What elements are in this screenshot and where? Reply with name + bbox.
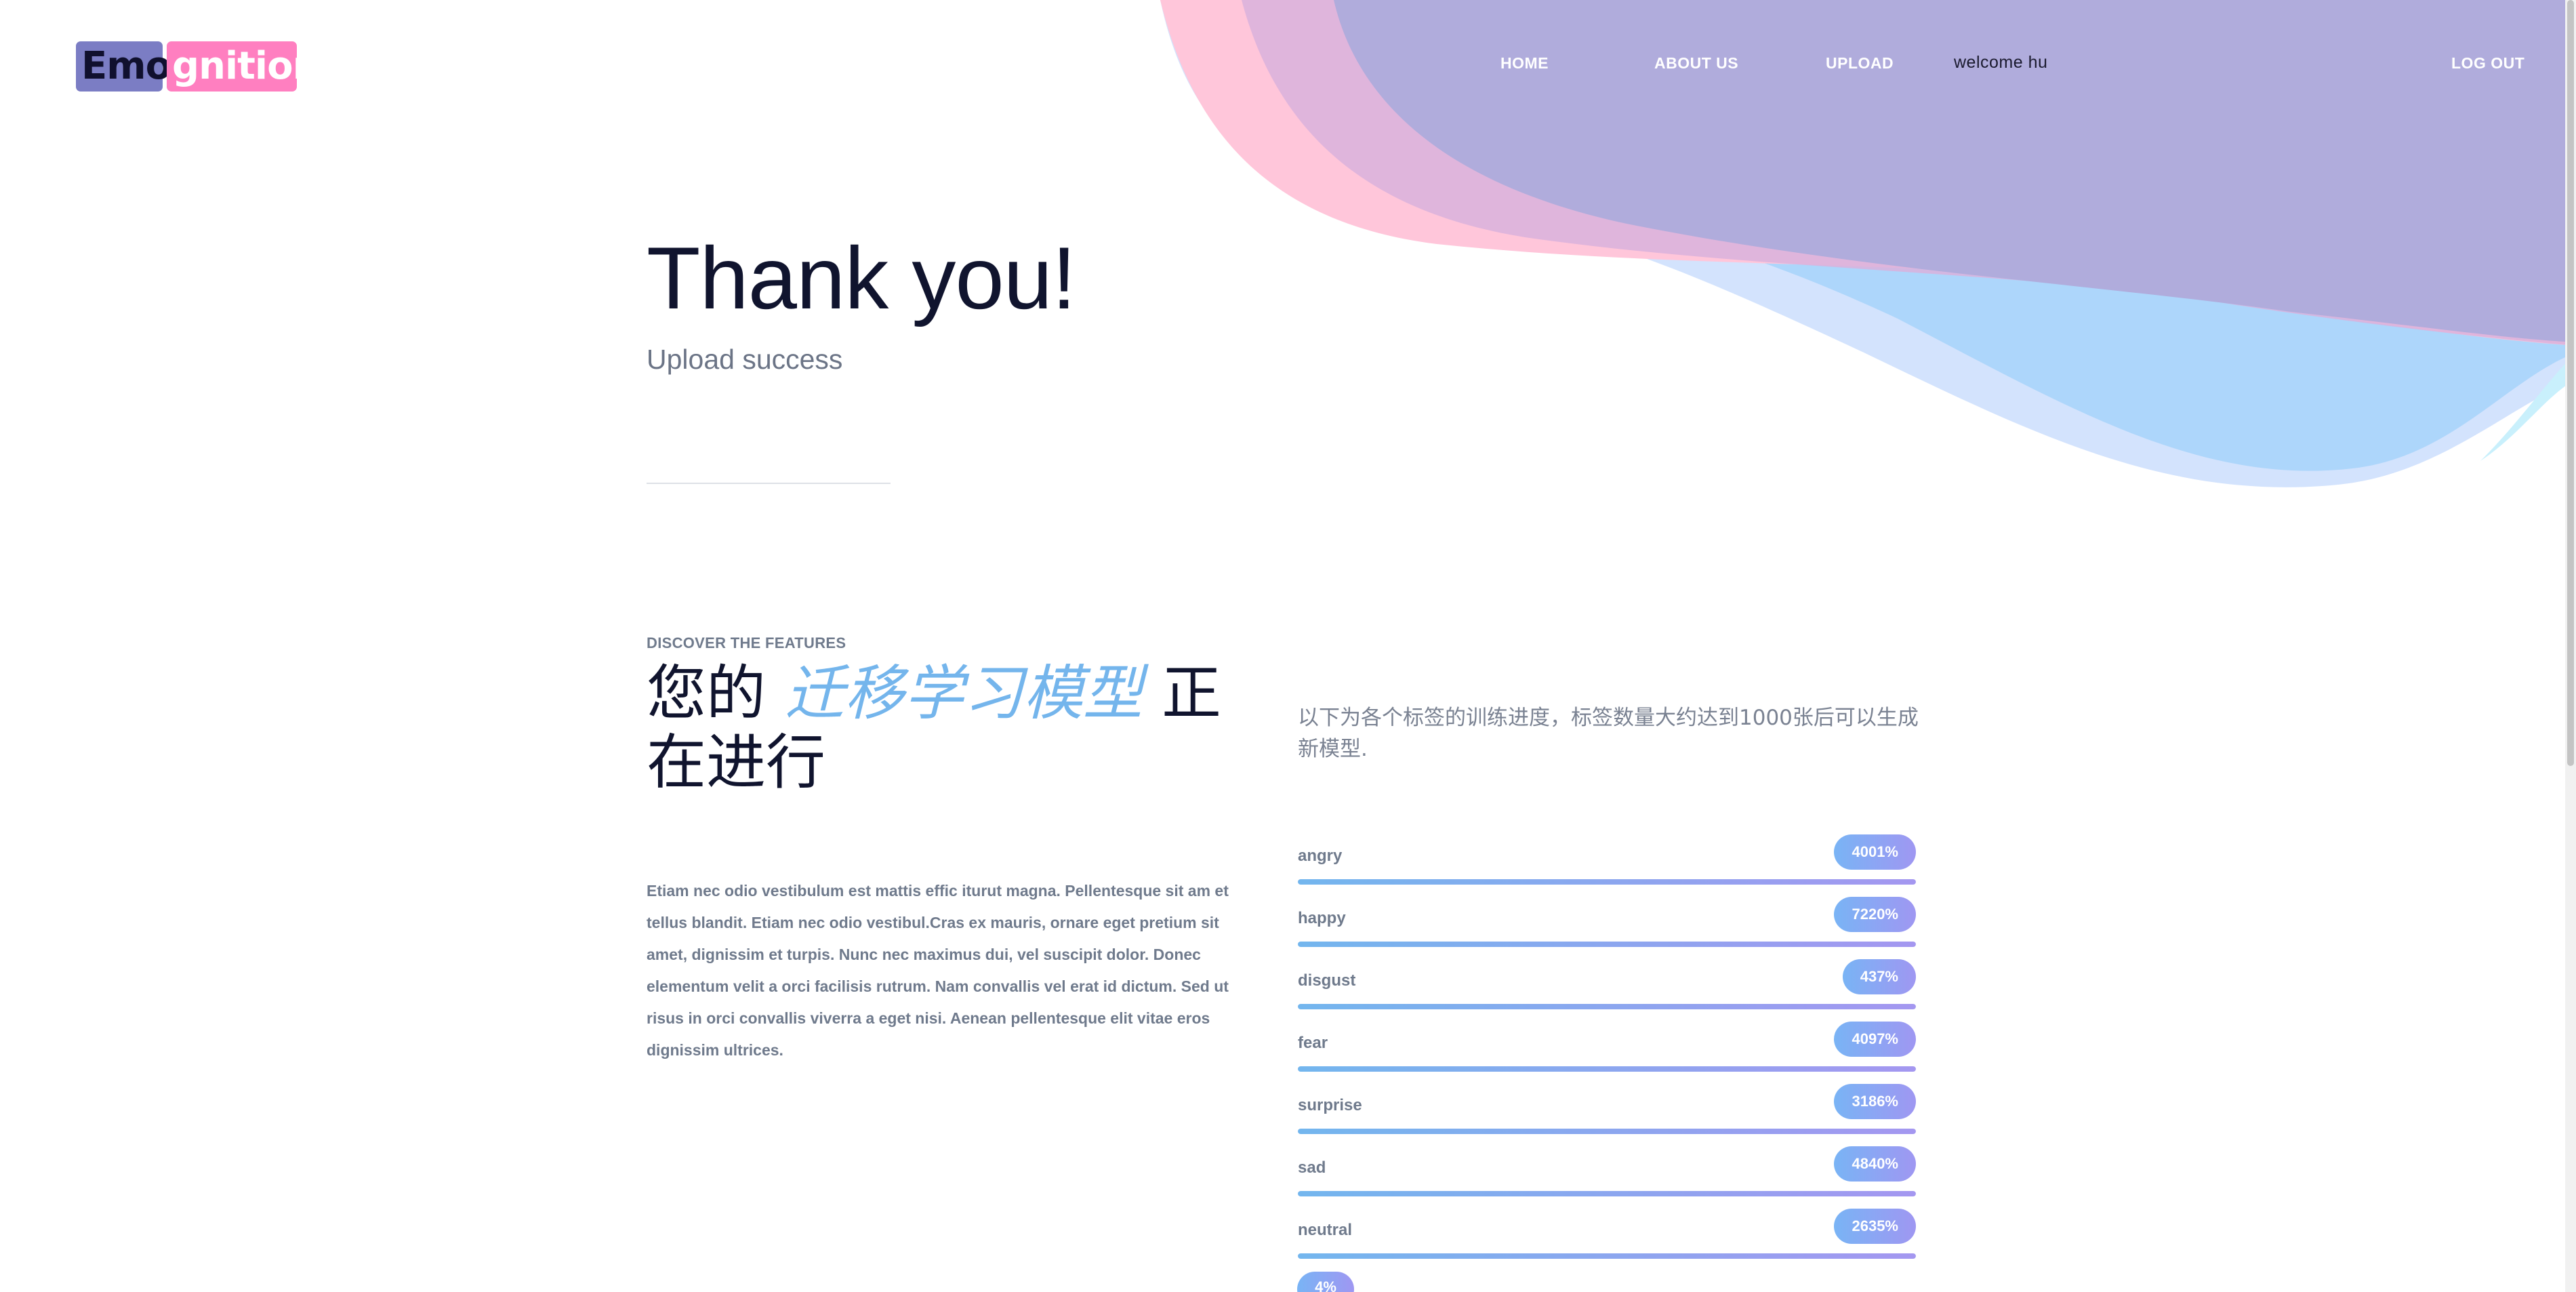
progress-fill (1298, 879, 1916, 885)
progress-item-sad: sad 4840% (1298, 1142, 1916, 1205)
progress-description: 以下为各个标签的训练进度，标签数量大约达到1000张后可以生成新模型. (1298, 706, 1919, 761)
progress-item-angry: angry 4001% (1298, 830, 1916, 893)
scrollbar-thumb[interactable] (2567, 0, 2574, 766)
progress-track (1298, 1004, 1916, 1009)
progress-label: surprise (1298, 1096, 1362, 1114)
progress-fill (1298, 1129, 1916, 1134)
progress-track (1298, 879, 1916, 885)
progress-label: happy (1298, 909, 1346, 927)
features-heading-pre: 您的 (647, 658, 785, 728)
page-title: Thank you! (647, 228, 1076, 327)
progress-item-neutral: neutral 2635% (1298, 1205, 1916, 1267)
decorative-waves (1160, 0, 2576, 487)
features-heading-accent: 迁移学习模型 (784, 658, 1143, 728)
progress-fill (1298, 1191, 1916, 1196)
nav-upload-link[interactable]: UPLOAD (1826, 54, 1894, 73)
progress-fill (1298, 1004, 1916, 1009)
progress-value-badge: 437% (1842, 959, 1916, 994)
progress-item-fear: fear 4097% (1298, 1017, 1916, 1080)
progress-label: disgust (1298, 971, 1356, 990)
welcome-user-text: welcome hu (1954, 53, 2048, 72)
progress-track (1298, 1191, 1916, 1196)
progress-track (1298, 1129, 1916, 1134)
logo-part-gnition: gnition (167, 41, 319, 92)
logo-part-emo: Emo (76, 41, 171, 92)
progress-value-badge: 4840% (1834, 1146, 1916, 1182)
progress-item-happy: happy 7220% (1298, 893, 1916, 955)
progress-value-badge: 4097% (1834, 1022, 1916, 1057)
section-divider (647, 483, 891, 484)
progress-label: fear (1298, 1034, 1328, 1052)
progress-value-badge: 3186% (1834, 1084, 1916, 1119)
progress-label: neutral (1298, 1221, 1353, 1239)
progress-label: sad (1298, 1158, 1326, 1177)
progress-label: angry (1298, 847, 1343, 865)
progress-track (1298, 1066, 1916, 1072)
nav-about-link[interactable]: ABOUT US (1654, 54, 1738, 73)
page-subtitle: Upload success (647, 344, 843, 375)
progress-fill (1298, 1253, 1916, 1259)
progress-value-badge: 7220% (1834, 897, 1916, 932)
progress-item-surprise: surprise 3186% (1298, 1080, 1916, 1142)
progress-item-disgust: disgust 437% (1298, 955, 1916, 1017)
progress-track (1298, 1253, 1916, 1259)
nav-home-link[interactable]: HOME (1500, 54, 1549, 73)
features-kicker: DISCOVER THE FEATURES (647, 634, 846, 651)
progress-bar-list: angry 4001% happy 7220% disgust 437% fear 4097%… (1298, 830, 1916, 1267)
progress-badge-partial: 4% (1297, 1272, 1354, 1292)
features-heading: 您的 迁移学习模型 正在进行 (647, 659, 1243, 797)
progress-value-badge: 2635% (1834, 1209, 1916, 1244)
brand-logo[interactable]: Emo gnition (76, 41, 319, 92)
progress-fill (1298, 942, 1916, 947)
progress-track (1298, 942, 1916, 947)
progress-value-badge: 4001% (1834, 834, 1916, 870)
vertical-scrollbar[interactable] (2565, 0, 2576, 1292)
progress-fill (1298, 1066, 1916, 1072)
features-body-text: Etiam nec odio vestibulum est mattis eff… (647, 882, 1229, 1059)
nav-logout-link[interactable]: LOG OUT (2451, 54, 2524, 73)
